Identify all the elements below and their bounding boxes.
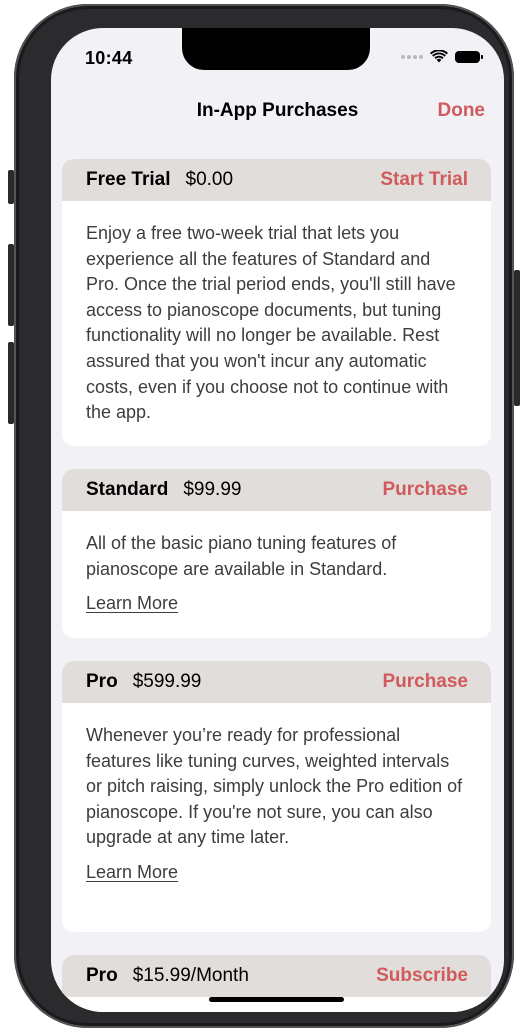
product-description: All of the basic piano tuning features o… [86, 533, 397, 579]
product-name: Pro [86, 965, 118, 986]
volume-up-button [8, 244, 14, 326]
power-button [514, 270, 520, 406]
product-name: Free Trial [86, 169, 171, 190]
screen: 10:44 In-App Purchases Done Free Trial $… [51, 28, 504, 1012]
product-card-pro-subscription: Pro $15.99/Month Subscribe [62, 955, 491, 1012]
product-card-header: Pro $599.99 Purchase [62, 661, 491, 703]
battery-icon [455, 50, 483, 63]
learn-more-link[interactable]: Learn More [86, 591, 178, 617]
subscribe-button[interactable]: Subscribe [376, 965, 468, 987]
product-price: $0.00 [185, 169, 234, 190]
notch [182, 28, 370, 70]
product-card-pro: Pro $599.99 Purchase Whenever you’re rea… [62, 661, 491, 932]
phone-frame: 10:44 In-App Purchases Done Free Trial $… [8, 4, 520, 1028]
product-name: Standard [86, 479, 169, 500]
product-price: $599.99 [132, 671, 202, 692]
product-card-standard: Standard $99.99 Purchase All of the basi… [62, 469, 491, 638]
done-button[interactable]: Done [438, 100, 486, 122]
status-icons [401, 50, 483, 63]
product-name: Pro [86, 671, 118, 692]
signal-dots-icon [401, 54, 423, 59]
product-price: $15.99/Month [132, 965, 249, 986]
product-body: Whenever you’re ready for professional f… [62, 703, 491, 886]
product-card-header: Standard $99.99 Purchase [62, 469, 491, 511]
product-description: Enjoy a free two-week trial that lets yo… [86, 223, 456, 423]
volume-down-button [8, 342, 14, 424]
product-card-header: Free Trial $0.00 Start Trial [62, 159, 491, 201]
home-indicator[interactable] [209, 997, 344, 1002]
product-price: $99.99 [183, 479, 242, 500]
wifi-icon [430, 50, 448, 63]
start-trial-button[interactable]: Start Trial [380, 169, 468, 191]
purchase-pro-button[interactable]: Purchase [382, 671, 468, 693]
silent-switch [8, 170, 14, 204]
product-description: Whenever you’re ready for professional f… [86, 725, 463, 848]
purchase-standard-button[interactable]: Purchase [382, 479, 468, 501]
product-body: All of the basic piano tuning features o… [62, 511, 491, 617]
product-card-header: Pro $15.99/Month Subscribe [62, 955, 491, 997]
learn-more-link[interactable]: Learn More [86, 860, 178, 886]
page-title: In-App Purchases [196, 100, 359, 121]
status-time: 10:44 [85, 48, 133, 68]
product-card-free-trial: Free Trial $0.00 Start Trial Enjoy a fre… [62, 159, 491, 446]
